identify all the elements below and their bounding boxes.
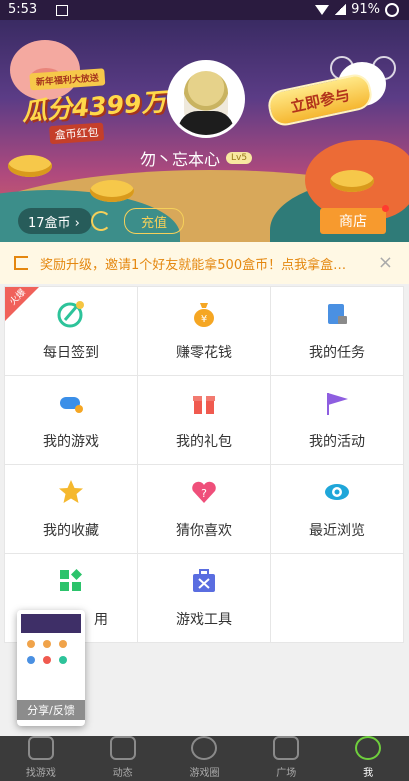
recharge-button[interactable]: 充值 [124, 208, 184, 234]
apps-icon [60, 569, 82, 591]
username-row[interactable]: 勿丶忘本心 Lv5 [140, 146, 253, 170]
gold-ingot-illustration [90, 180, 134, 202]
grid-item-my-favorites[interactable]: 我的收藏 [5, 465, 137, 553]
image-notification-icon [56, 5, 68, 16]
thumbnail-dot [43, 640, 51, 648]
settings-icon[interactable] [372, 56, 396, 80]
grid-item-label: 赚零花钱 [176, 345, 232, 361]
status-time: 5:53 [8, 2, 38, 17]
tab-me[interactable]: 我 [327, 736, 409, 781]
grid-item-guess-you-like[interactable]: ? 猜你喜欢 [138, 465, 270, 553]
notification-dot [382, 205, 389, 212]
gift-icon [193, 396, 215, 414]
tab-feed[interactable]: 动态 [82, 736, 164, 781]
grid-item-label: 游戏工具 [176, 612, 232, 628]
battery-icon [385, 2, 399, 17]
footprint-icon [109, 736, 136, 760]
grid-item-earn-money[interactable]: ¥ 赚零花钱 [138, 287, 270, 375]
person-icon [355, 736, 382, 760]
grid-item-label: 猜你喜欢 [176, 523, 232, 539]
speaker-icon [14, 256, 28, 270]
grid-item-label: 我的任务 [309, 345, 365, 361]
thumbnail-dot [59, 656, 67, 664]
username: 勿丶忘本心 [140, 150, 221, 169]
grid-item-label: 每日签到 [43, 345, 99, 361]
tab-label: 找游戏 [25, 768, 56, 779]
thumbnail-dot [27, 640, 35, 648]
checkin-icon [57, 301, 84, 328]
status-right: 91% [315, 2, 399, 17]
bottom-nav: 找游戏 动态 游戏圈 广场 我 [0, 736, 409, 781]
share-feedback-float[interactable]: 分享/反馈 [17, 610, 85, 726]
grid-item-label: 我的游戏 [43, 434, 99, 450]
tab-square[interactable]: 广场 [245, 736, 327, 781]
grid-item-my-tasks[interactable]: 我的任务 [271, 287, 403, 375]
promo-subtitle: 盒币红包 [49, 122, 105, 145]
notice-text: 奖励升级，邀请1个好友就能拿500盒币！点我拿盒… [40, 257, 347, 273]
svg-text:¥: ¥ [201, 314, 207, 325]
gamepad-outline-icon [27, 736, 54, 760]
grid-item-daily-checkin[interactable]: 火爆 每日签到 [5, 287, 137, 375]
gamepad-icon [60, 397, 83, 413]
signal-icon [334, 4, 347, 15]
avatar[interactable] [167, 60, 245, 138]
molecule-icon [273, 736, 300, 760]
shop-button[interactable]: 商店 [320, 205, 389, 234]
grid-item-game-tools[interactable]: 游戏工具 [138, 554, 270, 642]
eye-icon [325, 484, 349, 500]
tab-label: 广场 [276, 768, 297, 779]
level-badge: Lv5 [226, 152, 253, 164]
close-icon[interactable]: × [378, 252, 393, 273]
coin-balance-button[interactable]: 17盒币 › [18, 208, 92, 234]
gold-ingot-illustration [8, 155, 52, 177]
thumbnail-dot [27, 656, 35, 664]
refresh-icon[interactable] [91, 211, 111, 231]
share-feedback-label: 分享/反馈 [17, 700, 85, 720]
thumbnail-dot [59, 640, 67, 648]
circle-slash-icon [191, 736, 218, 760]
battery-level: 91% [351, 2, 380, 17]
tab-label: 动态 [112, 768, 133, 779]
tab-label: 我 [363, 768, 374, 779]
flag-icon [327, 393, 348, 415]
grid-item-label: 我的收藏 [43, 523, 99, 539]
grid-item-empty [271, 554, 403, 642]
grid-item-label: 最近浏览 [309, 523, 365, 539]
grid-item-my-gifts[interactable]: 我的礼包 [138, 376, 270, 464]
thumbnail-dot [43, 656, 51, 664]
join-now-button[interactable]: 立即参与 [265, 71, 375, 129]
avatar-body [178, 111, 234, 135]
tab-find-games[interactable]: 找游戏 [0, 736, 82, 781]
status-bar: 5:53 91% [0, 0, 409, 20]
grid-item-label: 我的活动 [309, 434, 365, 450]
gold-ingot-illustration [330, 170, 374, 192]
coin-balance: 17盒币 › [28, 215, 80, 231]
grid-item-my-activities[interactable]: 我的活动 [271, 376, 403, 464]
tab-game-circle[interactable]: 游戏圈 [164, 736, 246, 781]
wifi-icon [315, 4, 330, 15]
profile-banner: 新年福利大放送 瓜分4399万 盒币红包 立即参与 勿丶忘本心 Lv5 17盒币… [0, 20, 409, 242]
grid-item-label: 我的礼包 [176, 434, 232, 450]
function-grid: 火爆 每日签到 ¥ 赚零花钱 我的任务 我的游戏 我的礼包 我的活动 我的收藏 … [4, 286, 404, 643]
star-icon [59, 480, 83, 503]
svg-text:?: ? [201, 487, 207, 500]
grid-item-recently-viewed[interactable]: 最近浏览 [271, 465, 403, 553]
notice-bar[interactable]: 奖励升级，邀请1个好友就能拿500盒币！点我拿盒… × [0, 242, 409, 284]
heart-question-icon: ? [192, 481, 216, 503]
shop-label: 商店 [339, 214, 367, 230]
grid-item-my-games[interactable]: 我的游戏 [5, 376, 137, 464]
promo-badge[interactable]: 新年福利大放送 瓜分4399万 盒币红包 [19, 66, 167, 154]
clipboard-lock-icon [328, 304, 347, 324]
toolbox-icon [193, 569, 215, 592]
tab-label: 游戏圈 [189, 768, 220, 779]
money-bag-icon: ¥ [194, 303, 214, 327]
